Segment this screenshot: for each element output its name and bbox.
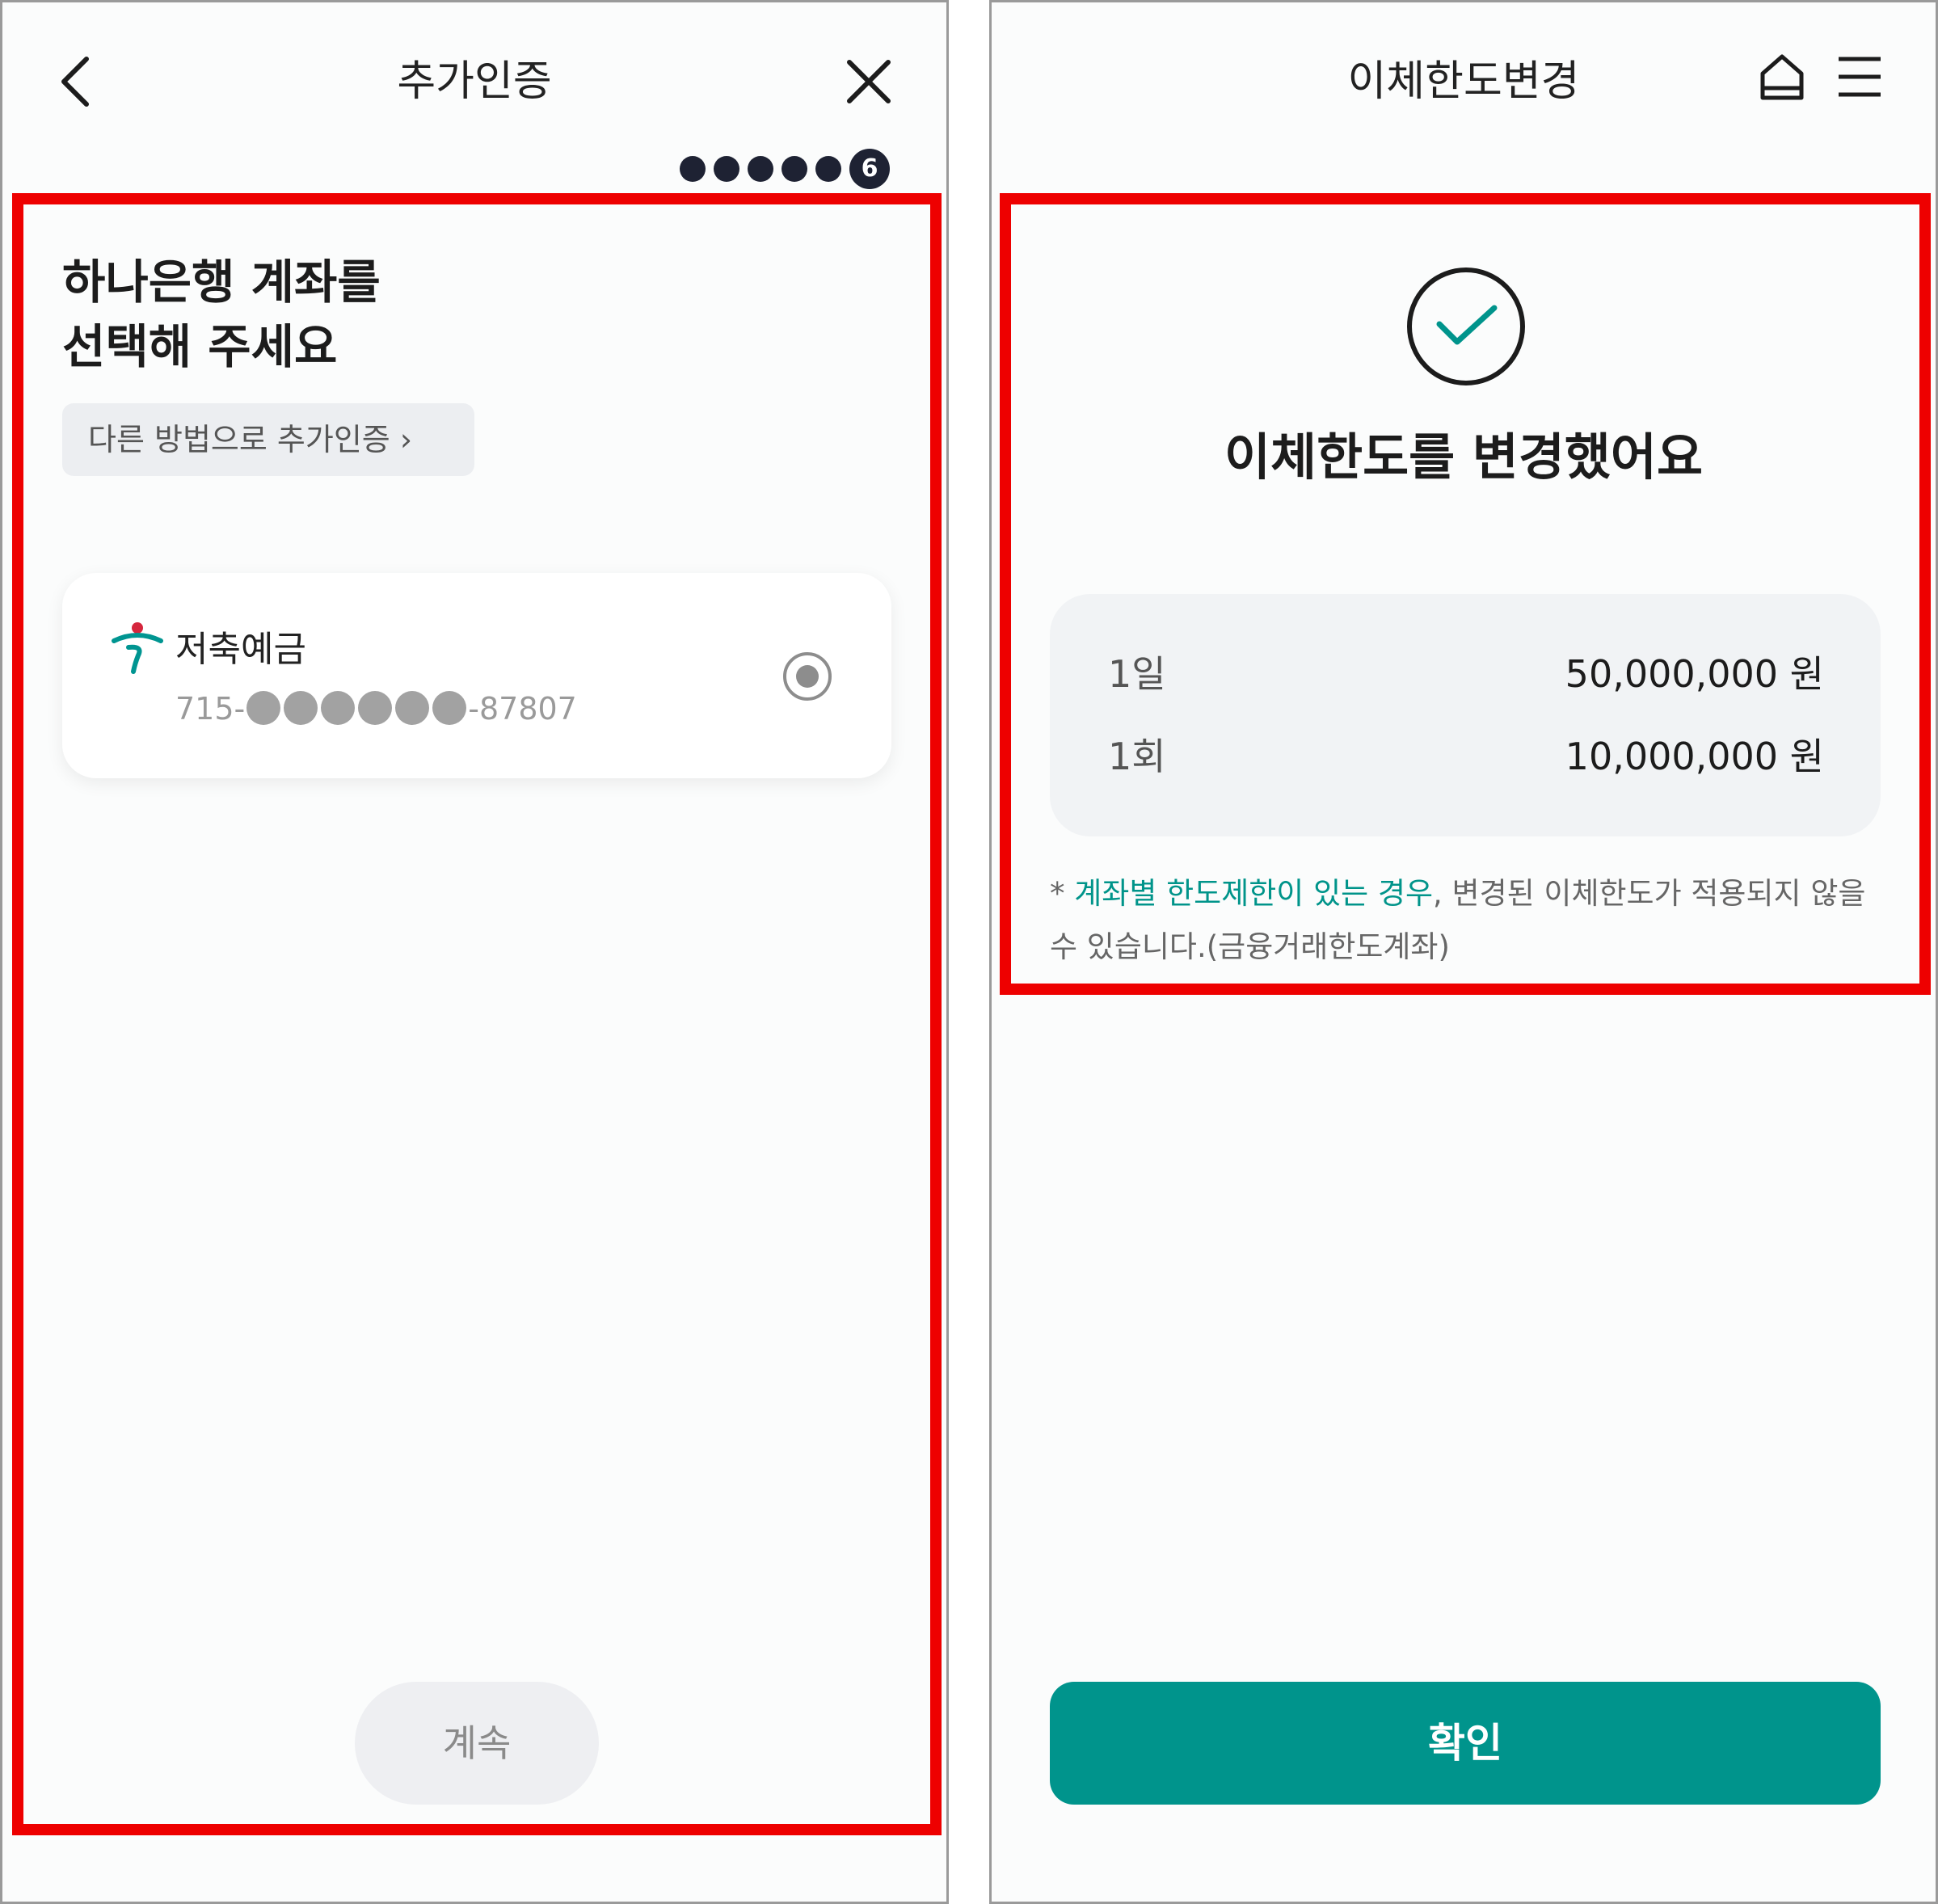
limit-row-once: 1회 10,000,000 원 <box>1108 728 1824 785</box>
home-icon[interactable] <box>1758 53 1806 101</box>
close-icon[interactable] <box>846 59 891 104</box>
step-dot <box>748 156 773 182</box>
masked-digit-icon <box>284 691 318 725</box>
account-prefix: 715- <box>175 691 246 727</box>
right-screen: 이체한도변경 이체한도를 변경했어요 1일 50,000,000 원 1회 10… <box>989 0 1938 1904</box>
note-accent-text: 계좌별 한도제한이 있는 경우 <box>1074 876 1434 911</box>
current-step-badge: 6 <box>849 149 890 189</box>
account-number: 715- -87807 <box>175 685 577 733</box>
step-dot <box>782 156 807 182</box>
step-dot <box>680 156 706 182</box>
step-dot <box>815 156 841 182</box>
heading-line: 선택해 주세요 <box>62 319 338 374</box>
masked-digit-icon <box>246 691 281 725</box>
continue-button[interactable]: 계속 <box>355 1682 599 1805</box>
limit-value: 10,000,000 원 <box>1565 735 1824 778</box>
success-check-icon <box>1407 267 1525 385</box>
limit-row-daily: 1일 50,000,000 원 <box>1108 646 1824 702</box>
masked-digit-icon <box>395 691 430 725</box>
limit-label: 1회 <box>1108 735 1166 778</box>
masked-digit-icon <box>432 691 467 725</box>
limit-label: 1일 <box>1108 652 1166 696</box>
select-account-heading: 하나은행 계좌를 선택해 주세요 <box>62 250 381 379</box>
limit-value: 50,000,000 원 <box>1565 652 1824 696</box>
account-suffix: -87807 <box>468 691 577 727</box>
confirm-button[interactable]: 확인 <box>1050 1682 1881 1805</box>
hana-bank-logo-icon <box>111 621 164 675</box>
menu-icon[interactable] <box>1837 56 1882 98</box>
step-dot <box>714 156 739 182</box>
heading-line: 하나은행 계좌를 <box>62 255 381 310</box>
limit-note: * 계좌별 한도제한이 있는 경우, 변경된 이체한도가 적용되지 않을 수 있… <box>1050 867 1890 974</box>
left-screen: 추가인증 6 하나은행 계좌를 선택해 주세요 다른 방법으로 추가인증 › 저… <box>0 0 949 1904</box>
step-indicator: 6 <box>680 146 890 192</box>
masked-digit-icon <box>358 691 393 725</box>
account-radio[interactable] <box>783 652 832 701</box>
account-name: 저축예금 <box>175 629 306 670</box>
completion-title: 이체한도를 변경했어요 <box>1224 428 1703 487</box>
limit-summary-card: 1일 50,000,000 원 1회 10,000,000 원 <box>1050 594 1881 836</box>
account-card[interactable]: 저축예금 715- -87807 <box>62 573 891 778</box>
masked-digit-icon <box>321 691 356 725</box>
other-method-button[interactable]: 다른 방법으로 추가인증 › <box>62 403 474 476</box>
note-star: * <box>1050 876 1075 911</box>
page-title: 추가인증 <box>397 57 552 106</box>
